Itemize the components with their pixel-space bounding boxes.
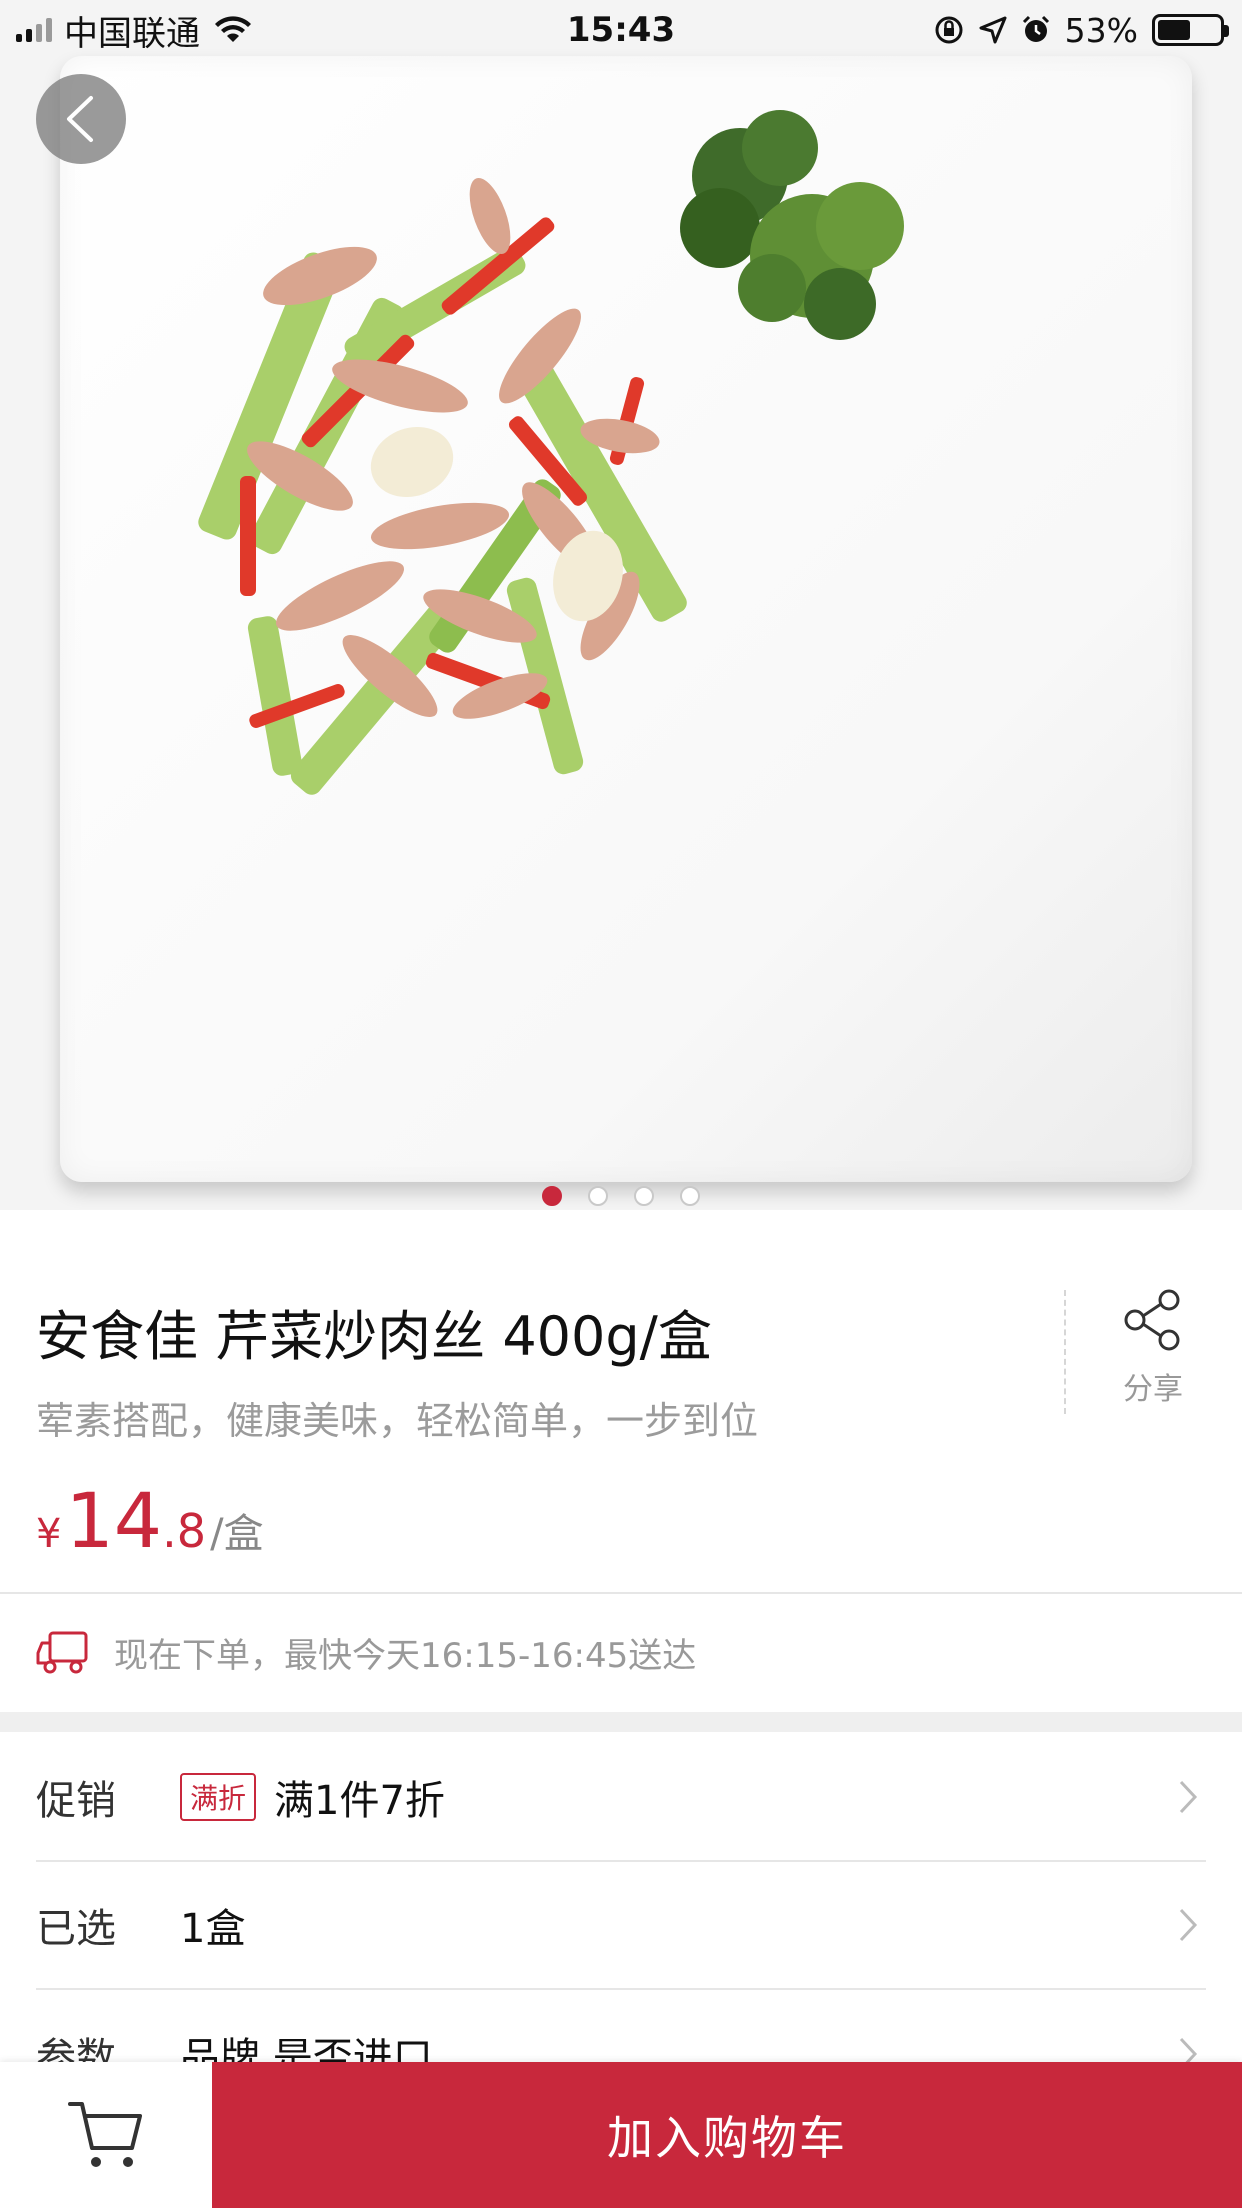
product-subtitle: 荤素搭配，健康美味，轻松简单，一步到位 xyxy=(36,1399,759,1443)
battery-percent: 53% xyxy=(1064,10,1138,50)
selected-label: 已选 xyxy=(36,1906,116,1952)
share-label: 分享 xyxy=(1123,1372,1183,1407)
product-image-carousel[interactable] xyxy=(0,0,1242,1210)
selected-content: 1盒 xyxy=(180,1896,1170,1954)
bottom-action-bar: 加入购物车 xyxy=(0,2062,1242,2208)
carousel-dot[interactable] xyxy=(680,1186,700,1206)
share-icon xyxy=(1124,1289,1180,1351)
carousel-dot[interactable] xyxy=(588,1186,608,1206)
cart-icon xyxy=(68,2102,142,2167)
promo-tag: 满折 xyxy=(180,1773,257,1821)
chevron-left-icon xyxy=(67,96,93,142)
add-to-cart-button[interactable]: 加入购物车 xyxy=(212,2062,1242,2208)
promo-row[interactable]: 促销 满折 满1件7折 xyxy=(36,1734,1206,1862)
selected-value: 1盒 xyxy=(180,1906,246,1952)
back-button[interactable] xyxy=(36,74,126,164)
share-button[interactable]: 分享 xyxy=(1108,1288,1198,1408)
price: ¥ 14 .8 /盒 xyxy=(36,1476,264,1566)
status-right: 53% xyxy=(933,6,1229,54)
price-decimal: .8 xyxy=(162,1504,207,1558)
price-integer: 14 xyxy=(65,1476,163,1565)
delivery-truck-icon xyxy=(36,1631,88,1674)
promo-content: 满折 满1件7折 xyxy=(180,1768,1170,1826)
product-info: 安食佳 芹菜炒肉丝 400g/盒 荤素搭配，健康美味，轻松简单，一步到位 分享 xyxy=(0,1262,1242,1462)
product-title: 安食佳 芹菜炒肉丝 400g/盒 xyxy=(36,1305,712,1368)
chevron-right-icon xyxy=(1170,1779,1206,1815)
carousel-indicators xyxy=(0,1186,1242,1208)
divider xyxy=(0,1592,1242,1594)
location-icon xyxy=(979,16,1007,44)
battery-icon xyxy=(1152,14,1229,46)
delivery-info: 现在下单，最快今天16:15-16:45送达 xyxy=(36,1624,696,1680)
alarm-icon xyxy=(1022,15,1049,42)
section-separator xyxy=(0,1712,1242,1732)
delivery-text: 现在下单，最快今天16:15-16:45送达 xyxy=(114,1635,697,1676)
orientation-lock-icon xyxy=(935,16,963,44)
broccoli-garnish xyxy=(680,110,904,340)
cart-button[interactable] xyxy=(0,2062,212,2208)
product-photo xyxy=(60,56,1192,1182)
dish-illustration xyxy=(198,110,904,795)
status-bar: 中国联通 15:43 53% xyxy=(0,0,1242,62)
price-currency: ¥ xyxy=(36,1511,62,1557)
battery-fill xyxy=(1158,20,1190,40)
selected-row[interactable]: 已选 1盒 xyxy=(36,1862,1206,1990)
carousel-dot[interactable] xyxy=(634,1186,654,1206)
promo-value: 满1件7折 xyxy=(274,1778,445,1824)
carousel-dot[interactable] xyxy=(542,1186,562,1206)
promo-label: 促销 xyxy=(36,1778,116,1824)
price-unit: /盒 xyxy=(210,1511,264,1557)
share-divider xyxy=(1064,1290,1066,1414)
chevron-right-icon xyxy=(1170,1907,1206,1943)
